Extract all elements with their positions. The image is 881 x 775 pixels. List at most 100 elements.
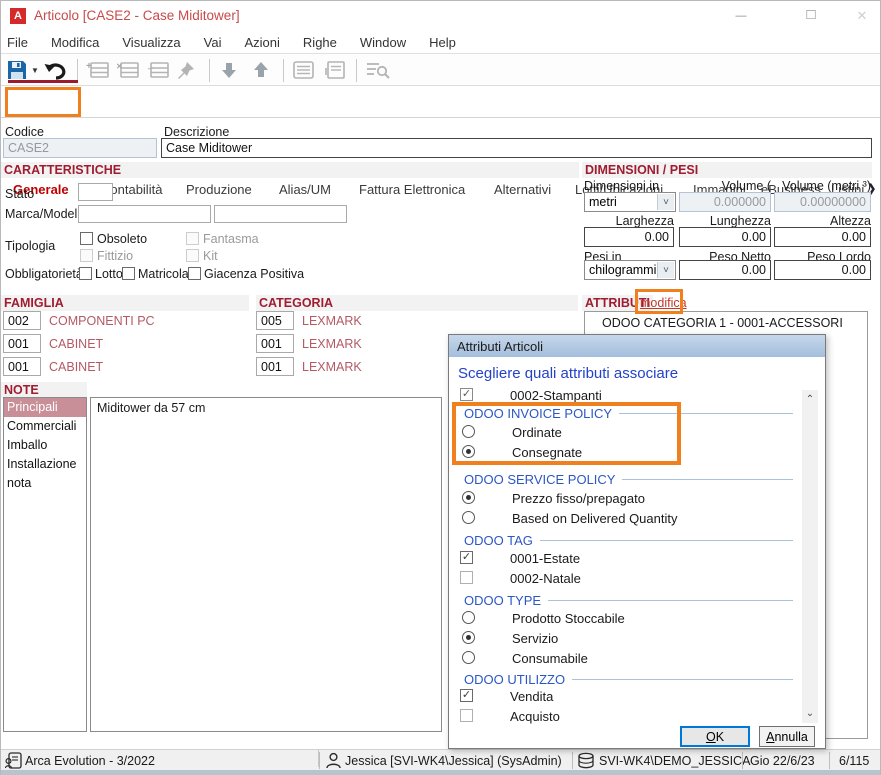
vendita-label: Vendita xyxy=(510,689,554,704)
fantasma-label: Fantasma xyxy=(203,232,259,246)
checkbox-vendita[interactable] xyxy=(460,689,473,702)
close-button[interactable]: ✕ xyxy=(847,6,877,26)
move-down-button[interactable] xyxy=(219,61,239,79)
move-up-button[interactable] xyxy=(251,61,271,79)
radio-servizio[interactable] xyxy=(462,631,475,644)
famiglia-code-field[interactable]: 001 xyxy=(3,357,41,376)
ordinate-label: Ordinate xyxy=(512,425,562,440)
famiglia-code-field[interactable]: 001 xyxy=(3,334,41,353)
dialog-scrollbar[interactable]: ⌃ ⌄ xyxy=(802,390,818,723)
window-bottom-strip xyxy=(1,770,880,775)
checkbox-giacenza[interactable] xyxy=(188,267,201,280)
attributi-list-item[interactable]: ODOO CATEGORIA 1 - 0001-ACCESSORI xyxy=(602,316,843,330)
menu-window[interactable]: Window xyxy=(360,35,406,50)
checkbox-acquisto[interactable] xyxy=(460,709,473,722)
tab-fattura-elettronica[interactable]: Fattura Elettronica xyxy=(359,182,465,197)
menu-azioni[interactable]: Azioni xyxy=(245,35,280,50)
delete-row-icon: ✕ xyxy=(116,62,139,78)
caratteristiche-header: CARATTERISTICHE xyxy=(1,162,579,178)
checkbox-0002-natale[interactable] xyxy=(460,571,473,584)
note-textarea[interactable]: Miditower da 57 cm xyxy=(90,397,442,732)
scroll-up-icon[interactable]: ⌃ xyxy=(802,394,818,405)
note-tab-nota[interactable]: nota xyxy=(4,474,86,493)
descrizione-label: Descrizione xyxy=(164,125,230,139)
radio-ordinate[interactable] xyxy=(462,425,475,438)
peso-lordo-field[interactable]: 0.00 xyxy=(774,260,871,280)
obsoleto-label: Obsoleto xyxy=(97,232,148,246)
famiglia-name: COMPONENTI PC xyxy=(49,314,155,328)
note-tab-commerciali[interactable]: Commerciali xyxy=(4,417,86,436)
tab-alternativi[interactable]: Alternativi xyxy=(494,182,551,197)
menu-righe[interactable]: Righe xyxy=(303,35,337,50)
stato-field[interactable] xyxy=(78,183,113,201)
delete-row-button[interactable]: ✕ xyxy=(116,61,140,79)
menu-file[interactable]: File xyxy=(7,35,28,50)
checkbox-0001-estate[interactable] xyxy=(460,551,473,564)
checkbox-lotto[interactable] xyxy=(79,267,92,280)
save-button[interactable] xyxy=(6,60,28,80)
descrizione-field[interactable]: Case Miditower xyxy=(161,138,872,158)
note-tab-imballo[interactable]: Imballo xyxy=(4,436,86,455)
pin-button[interactable] xyxy=(176,60,196,80)
checkbox-0002-stampanti[interactable] xyxy=(460,388,473,401)
scroll-down-icon[interactable]: ⌄ xyxy=(802,708,818,719)
volume2-label: Volume (metri ³) xyxy=(782,179,871,193)
undo-button[interactable] xyxy=(43,60,69,80)
note-tab-principali[interactable]: Principali xyxy=(4,398,86,417)
categoria-code-field[interactable]: 001 xyxy=(256,334,294,353)
marca-modello-label: Marca/Modello xyxy=(5,207,87,221)
tab-alias-um[interactable]: Alias/UM xyxy=(279,182,331,197)
modifica-link[interactable]: modifica xyxy=(640,296,687,310)
dialog-title-bar[interactable]: Attributi Articoli xyxy=(449,335,825,357)
menu-vai[interactable]: Vai xyxy=(204,35,222,50)
kit-label: Kit xyxy=(203,249,218,263)
svg-text:←: ← xyxy=(146,62,155,72)
menu-help[interactable]: Help xyxy=(429,35,456,50)
maximize-button[interactable]: □ xyxy=(796,4,826,26)
chevron-down-icon[interactable]: ˅ xyxy=(657,194,674,210)
famiglia-header: FAMIGLIA xyxy=(1,295,249,311)
menu-modifica[interactable]: Modifica xyxy=(51,35,99,50)
lunghezza-field[interactable]: 0.00 xyxy=(679,227,771,247)
checkbox-matricola[interactable] xyxy=(122,267,135,280)
categoria-code-field[interactable]: 005 xyxy=(256,311,294,330)
menu-bar: File Modifica Visualizza Vai Azioni Righ… xyxy=(1,31,880,53)
tab-produzione[interactable]: Produzione xyxy=(186,182,252,197)
ok-button[interactable]: OK xyxy=(680,726,750,747)
attributi-articoli-dialog: Attributi Articoli Scegliere quali attri… xyxy=(448,334,826,749)
marca-field[interactable] xyxy=(78,205,211,223)
user-icon xyxy=(325,752,342,769)
radio-prezzo-fisso[interactable] xyxy=(462,491,475,504)
radio-based-on-delivered[interactable] xyxy=(462,511,475,524)
menu-visualizza[interactable]: Visualizza xyxy=(122,35,180,50)
codice-field: CASE2 xyxy=(3,138,157,158)
peso-netto-field[interactable]: 0.00 xyxy=(679,260,771,280)
modello-field[interactable] xyxy=(214,205,347,223)
insert-row-button[interactable]: ← xyxy=(146,61,170,79)
annulla-button[interactable]: Annulla xyxy=(759,726,815,747)
document-view-button[interactable] xyxy=(324,61,348,79)
dimensioni-in-select[interactable]: metri ˅ xyxy=(584,192,676,212)
status-record-count: 6/115 xyxy=(839,754,870,768)
note-tab-installazione[interactable]: Installazione xyxy=(4,455,86,474)
pesi-in-select[interactable]: chilogrammi ˅ xyxy=(584,260,676,280)
search-table-button[interactable] xyxy=(365,61,391,79)
radio-consumabile[interactable] xyxy=(462,651,475,664)
famiglia-code-field[interactable]: 002 xyxy=(3,311,41,330)
consumabile-label: Consumabile xyxy=(512,651,588,666)
save-dropdown-icon[interactable]: ▼ xyxy=(31,66,39,75)
giacenza-label: Giacenza Positiva xyxy=(204,267,305,281)
app-icon: A xyxy=(10,8,26,24)
minimize-button[interactable]: — xyxy=(726,6,756,26)
radio-consegnate[interactable] xyxy=(462,445,475,458)
altezza-field[interactable]: 0.00 xyxy=(774,227,871,247)
pin-icon xyxy=(178,62,194,79)
categoria-code-field[interactable]: 001 xyxy=(256,357,294,376)
list-view-button[interactable] xyxy=(292,61,316,79)
based-delivered-label: Based on Delivered Quantity xyxy=(512,511,678,526)
radio-prodotto-stoccabile[interactable] xyxy=(462,611,475,624)
add-row-button[interactable]: + xyxy=(86,61,110,79)
chevron-down-icon[interactable]: ˅ xyxy=(657,262,674,278)
larghezza-field[interactable]: 0.00 xyxy=(584,227,674,247)
checkbox-obsoleto[interactable] xyxy=(80,232,93,245)
